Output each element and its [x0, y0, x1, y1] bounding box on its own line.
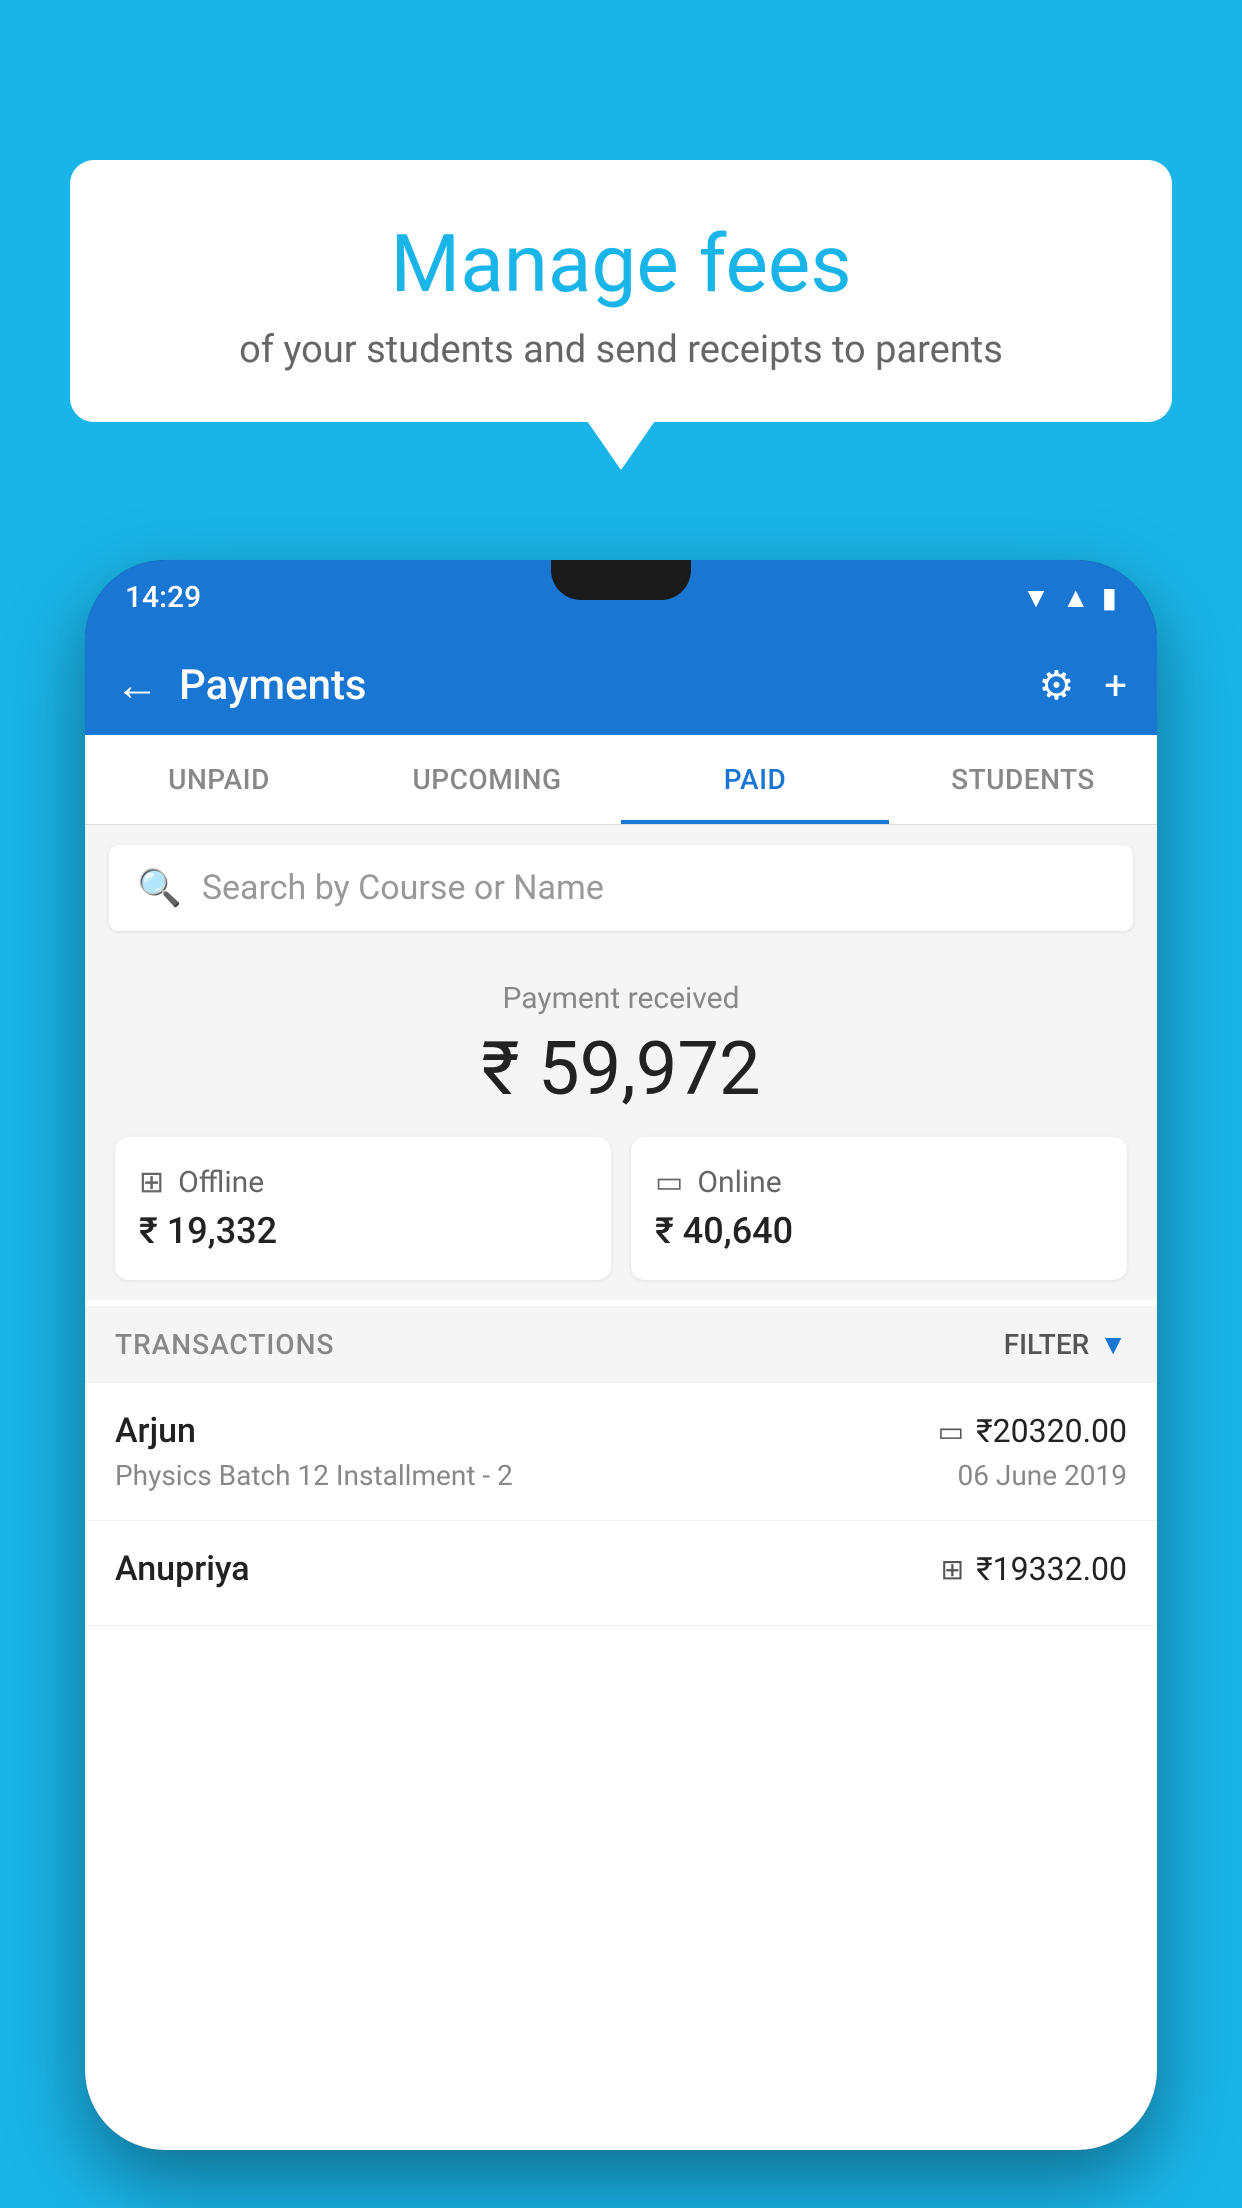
transactions-label: TRANSACTIONS [115, 1328, 334, 1361]
transaction-amount-wrap: ▭ ₹20320.00 [938, 1412, 1127, 1450]
transaction-date: 06 June 2019 [957, 1459, 1127, 1492]
phone-frame: 14:29 ▼ ▲ ▮ ← Payments ⚙ + UN [85, 560, 1157, 2150]
tab-paid[interactable]: PAID [621, 735, 889, 824]
table-row[interactable]: Arjun ▭ ₹20320.00 Physics Batch 12 Insta… [85, 1383, 1157, 1521]
transactions-header: TRANSACTIONS FILTER ▼ [85, 1306, 1157, 1383]
search-container: 🔍 Search by Course or Name [85, 825, 1157, 951]
search-icon: 🔍 [137, 867, 182, 909]
phone-inner: ← Payments ⚙ + UNPAID UPCOMING PAID [85, 635, 1157, 2150]
transaction-amount-wrap: ⊞ ₹19332.00 [941, 1550, 1127, 1588]
notch [551, 560, 691, 600]
phone-container: 14:29 ▼ ▲ ▮ ← Payments ⚙ + UN [85, 560, 1157, 2208]
transactions-list: Arjun ▭ ₹20320.00 Physics Batch 12 Insta… [85, 1383, 1157, 1626]
back-button[interactable]: ← [115, 659, 159, 711]
header-icons: ⚙ + [1038, 662, 1127, 709]
add-icon[interactable]: + [1104, 662, 1127, 709]
online-card: ▭ Online ₹ 40,640 [631, 1137, 1127, 1280]
status-bar: 14:29 ▼ ▲ ▮ [85, 560, 1157, 635]
tab-upcoming[interactable]: UPCOMING [353, 735, 621, 824]
speech-bubble-title: Manage fees [120, 220, 1122, 308]
wifi-icon: ▼ [1022, 581, 1050, 614]
transaction-amount: ₹19332.00 [976, 1550, 1127, 1588]
offline-label: Offline [178, 1165, 264, 1200]
online-label: Online [697, 1165, 781, 1200]
payment-type-icon: ⊞ [941, 1553, 964, 1586]
status-time: 14:29 [125, 580, 201, 615]
header-title: Payments [179, 661, 1018, 710]
tab-unpaid[interactable]: UNPAID [85, 735, 353, 824]
payment-cards: ⊞ Offline ₹ 19,332 ▭ Online ₹ 40,640 [105, 1137, 1137, 1280]
search-placeholder: Search by Course or Name [202, 868, 604, 908]
offline-amount: ₹ 19,332 [139, 1210, 587, 1252]
table-row[interactable]: Anupriya ⊞ ₹19332.00 [85, 1521, 1157, 1626]
online-amount: ₹ 40,640 [655, 1210, 1103, 1252]
tab-students[interactable]: STUDENTS [889, 735, 1157, 824]
filter-icon: ▼ [1099, 1328, 1127, 1361]
payment-type-icon: ▭ [938, 1415, 964, 1448]
offline-card: ⊞ Offline ₹ 19,332 [115, 1137, 611, 1280]
transaction-name: Arjun [115, 1411, 196, 1451]
filter-button[interactable]: FILTER ▼ [1004, 1328, 1127, 1361]
signal-icon: ▲ [1062, 581, 1090, 614]
transaction-name: Anupriya [115, 1549, 250, 1589]
transaction-course: Physics Batch 12 Installment - 2 [115, 1459, 513, 1492]
speech-bubble-subtitle: of your students and send receipts to pa… [120, 328, 1122, 372]
transaction-amount: ₹20320.00 [976, 1412, 1127, 1450]
app-header: ← Payments ⚙ + [85, 635, 1157, 735]
filter-label: FILTER [1004, 1328, 1090, 1361]
settings-icon[interactable]: ⚙ [1038, 662, 1074, 709]
status-icons: ▼ ▲ ▮ [1022, 581, 1117, 614]
payment-total-amount: ₹ 59,972 [105, 1026, 1137, 1113]
payment-summary: Payment received ₹ 59,972 ⊞ Offline ₹ 19… [85, 951, 1157, 1300]
search-bar[interactable]: 🔍 Search by Course or Name [109, 845, 1133, 931]
speech-bubble: Manage fees of your students and send re… [70, 160, 1172, 422]
payment-received-label: Payment received [105, 981, 1137, 1016]
tabs-container: UNPAID UPCOMING PAID STUDENTS [85, 735, 1157, 825]
online-icon: ▭ [655, 1165, 683, 1200]
offline-icon: ⊞ [139, 1165, 164, 1200]
battery-icon: ▮ [1102, 581, 1117, 614]
